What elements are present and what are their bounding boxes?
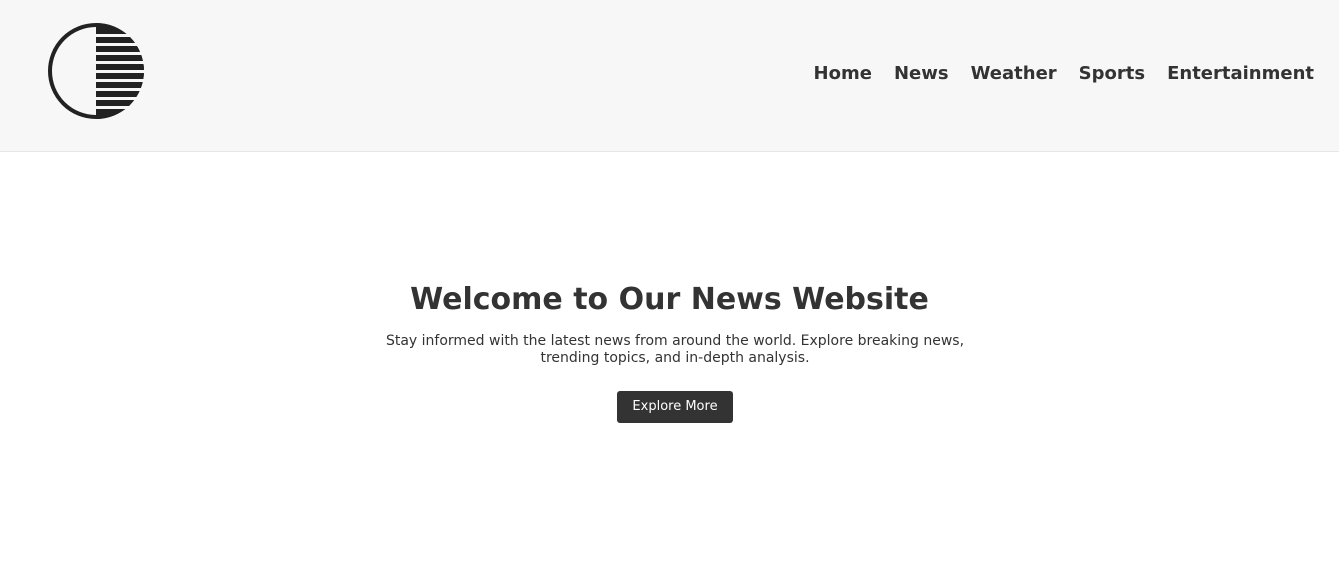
main-nav: Home News Weather Sports Entertainment	[792, 63, 1314, 85]
nav-link-sports[interactable]: Sports	[1079, 63, 1145, 85]
nav-link-home[interactable]: Home	[814, 63, 872, 85]
site-header: Home News Weather Sports Entertainment	[0, 0, 1339, 152]
hero-section: Welcome to Our News Website Stay informe…	[0, 152, 1339, 572]
nav-link-news[interactable]: News	[894, 63, 949, 85]
hero-description: Stay informed with the latest news from …	[385, 333, 965, 366]
logo-icon[interactable]	[47, 22, 145, 120]
hero-title: Welcome to Our News Website	[410, 282, 929, 317]
explore-more-button[interactable]: Explore More	[617, 391, 733, 423]
nav-link-entertainment[interactable]: Entertainment	[1167, 63, 1314, 85]
nav-link-weather[interactable]: Weather	[971, 63, 1057, 85]
